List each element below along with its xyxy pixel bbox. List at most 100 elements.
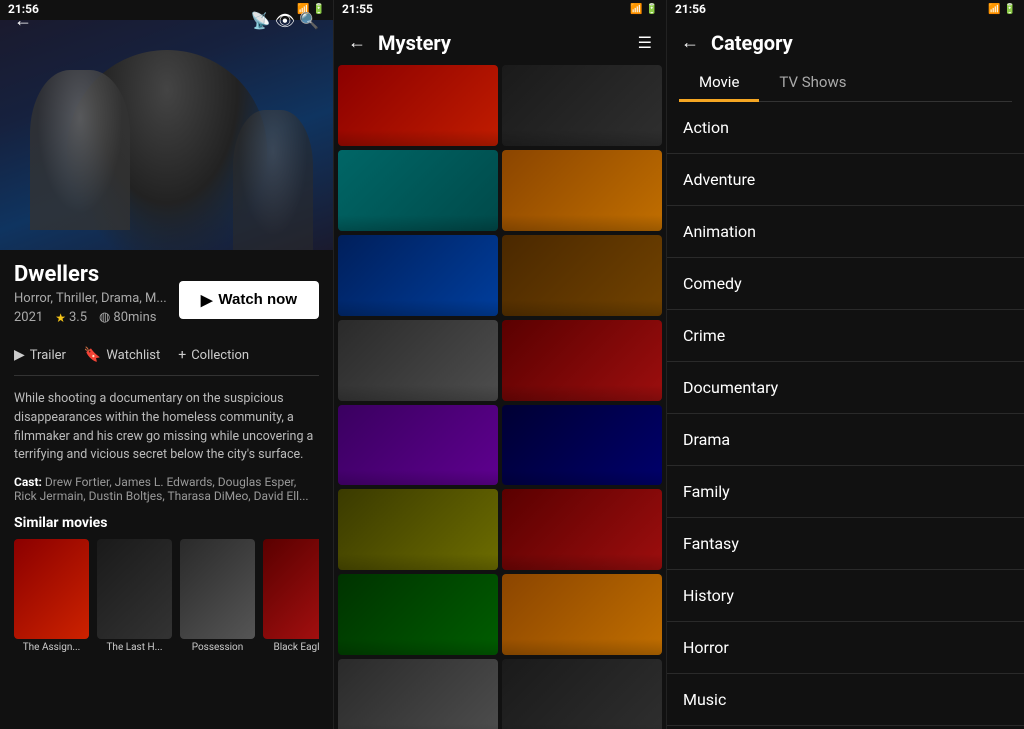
watch-now-button[interactable]: ▶ Watch now: [179, 281, 319, 319]
collection-button[interactable]: + Collection: [178, 347, 249, 363]
movie-year: 2021: [14, 310, 43, 325]
similar-label: The Last H...: [97, 642, 172, 653]
watchlist-button[interactable]: 🔖 Watchlist: [84, 347, 160, 363]
tab-movie[interactable]: Movie: [679, 65, 759, 102]
back-icon[interactable]: ←: [12, 8, 34, 33]
list-item[interactable]: GIRL FROM N. Girl from N...: [338, 659, 498, 729]
category-list: Action Adventure Animation Comedy Crime …: [667, 102, 1024, 729]
movie-poster: LAW & ORDER: [338, 150, 498, 231]
similar-label: Possession: [180, 642, 255, 653]
list-item[interactable]: MANIFEST Manifest 2018: [502, 150, 662, 231]
mystery-title: Mystery: [378, 31, 626, 55]
category-header: ← Category: [667, 20, 1024, 65]
plus-icon: +: [178, 347, 186, 363]
category-item-adventure[interactable]: Adventure: [667, 154, 1024, 206]
movie-poster: THE MENTALIST: [338, 320, 498, 401]
movie-duration: ◍ 80mins: [99, 310, 156, 325]
clock-icon: ◍: [99, 310, 110, 325]
back-icon-2[interactable]: ←: [346, 30, 368, 55]
category-item-family[interactable]: Family: [667, 466, 1024, 518]
movie-title: Dwellers: [14, 262, 167, 287]
category-item-documentary[interactable]: Documentary: [667, 362, 1024, 414]
back-icon-3[interactable]: ←: [679, 30, 701, 55]
similar-label: The Assign...: [14, 642, 89, 653]
category-item-action[interactable]: Action: [667, 102, 1024, 154]
movie-poster: ALCHEMY: [502, 574, 662, 655]
movie-poster: STRANGER THINGS: [338, 65, 498, 146]
list-item[interactable]: THE MENTALIST The Menta... 2008: [338, 320, 498, 401]
list-item[interactable]: THE BLACKLIST The Blackl... 2013: [502, 489, 662, 570]
similar-movies-title: Similar movies: [14, 515, 319, 531]
movie-poster: CRIMINAL MINDS: [502, 320, 662, 401]
movie-poster: SQUID GAME: [338, 574, 498, 655]
movie-hero: [0, 20, 333, 250]
list-item[interactable]: STRANGER THINGS Stranger T... 2016: [338, 65, 498, 146]
category-item-music[interactable]: Music: [667, 674, 1024, 726]
movie-poster: AMERICAN HORROR: [502, 659, 662, 729]
status-bar-3: 21:56 📶 🔋: [667, 0, 1024, 20]
list-item[interactable]: PRETTY LITTLE Pretty Litt... 2022: [338, 405, 498, 486]
play-square-icon: ▶: [14, 347, 25, 363]
list-item[interactable]: SUPERNATURAL Supernatu... 2005: [338, 235, 498, 316]
category-item-comedy[interactable]: Comedy: [667, 258, 1024, 310]
list-item[interactable]: ALCHEMY Alchemy o...: [502, 574, 662, 655]
movie-meta: 2021 ★ 3.5 ◍ 80mins: [14, 310, 167, 325]
category-item-crime[interactable]: Crime: [667, 310, 1024, 362]
hero-image: [0, 20, 333, 250]
similar-poster: [180, 539, 255, 639]
movie-poster: MOON KNIGHT: [502, 65, 662, 146]
movie-poster: MANIFEST: [502, 150, 662, 231]
list-item[interactable]: LAW & ORDER Law & Ord... 1999: [338, 150, 498, 231]
movie-rating: ★ 3.5: [55, 310, 87, 325]
similar-poster: [14, 539, 89, 639]
list-item[interactable]: Possession: [180, 539, 255, 653]
movie-poster: UNDER THE BANNER: [502, 235, 662, 316]
meta-watch-row: Dwellers Horror, Thriller, Drama, M... 2…: [14, 262, 319, 337]
list-item[interactable]: The Assign...: [14, 539, 89, 653]
category-title: Category: [711, 31, 793, 55]
movie-poster: PRETTY LITTLE: [338, 405, 498, 486]
search-icon[interactable]: 🔍: [297, 9, 321, 32]
similar-poster: [263, 539, 319, 639]
list-item[interactable]: HOUSE House 2004: [338, 489, 498, 570]
trailer-button[interactable]: ▶ Trailer: [14, 347, 66, 363]
category-item-horror[interactable]: Horror: [667, 622, 1024, 674]
list-item[interactable]: AMERICAN HORROR American ...: [502, 659, 662, 729]
list-item[interactable]: SQUID GAME Squid Game: [338, 574, 498, 655]
category-item-fantasy[interactable]: Fantasy: [667, 518, 1024, 570]
category-item-history[interactable]: History: [667, 570, 1024, 622]
play-icon: ▶: [201, 291, 213, 309]
list-item[interactable]: MOON KNIGHT Moon Knig... 2022: [502, 65, 662, 146]
category-item-animation[interactable]: Animation: [667, 206, 1024, 258]
movie-poster: GIRL FROM N.: [338, 659, 498, 729]
movie-info: Dwellers Horror, Thriller, Drama, M... 2…: [0, 250, 333, 665]
movie-poster: THE BLACKLIST: [502, 489, 662, 570]
movie-poster: MONEY HEIST: [502, 405, 662, 486]
list-item[interactable]: The Last H...: [97, 539, 172, 653]
cast-icon[interactable]: 📡: [249, 9, 273, 32]
similar-movies-list: The Assign... The Last H... Possession B…: [14, 539, 319, 653]
list-item[interactable]: MONEY HEIST Money Hei... 2022: [502, 405, 662, 486]
similar-poster: [97, 539, 172, 639]
list-item[interactable]: CRIMINAL MINDS Criminal M... 2005: [502, 320, 662, 401]
tab-tvshows[interactable]: TV Shows: [759, 65, 866, 102]
category-panel: 21:56 📶 🔋 ← Category Movie TV Shows Acti…: [666, 0, 1024, 729]
movie-poster: HOUSE: [338, 489, 498, 570]
list-item[interactable]: UNDER THE BANNER Under the ... 2022: [502, 235, 662, 316]
mystery-grid: STRANGER THINGS Stranger T... 2016 MOON …: [334, 65, 666, 729]
filter-icon[interactable]: ☰: [636, 31, 654, 54]
category-item-drama[interactable]: Drama: [667, 414, 1024, 466]
movie-cast: Cast: Drew Fortier, James L. Edwards, Do…: [14, 475, 319, 503]
star-icon: ★: [55, 311, 66, 325]
mystery-header: ← Mystery ☰: [334, 20, 666, 65]
time-3: 21:56: [675, 2, 706, 16]
movie-genres: Horror, Thriller, Drama, M...: [14, 291, 167, 306]
movie-description: While shooting a documentary on the susp…: [14, 390, 319, 465]
eye-icon[interactable]: 👁: [273, 9, 297, 32]
movie-poster: SUPERNATURAL: [338, 235, 498, 316]
action-buttons: ▶ Trailer 🔖 Watchlist + Collection: [14, 347, 319, 376]
status-icons-3: 📶 🔋: [988, 4, 1016, 15]
tabs-row: Movie TV Shows: [679, 65, 1012, 102]
bookmark-icon: 🔖: [84, 347, 101, 363]
list-item[interactable]: Black Eagl...: [263, 539, 319, 653]
